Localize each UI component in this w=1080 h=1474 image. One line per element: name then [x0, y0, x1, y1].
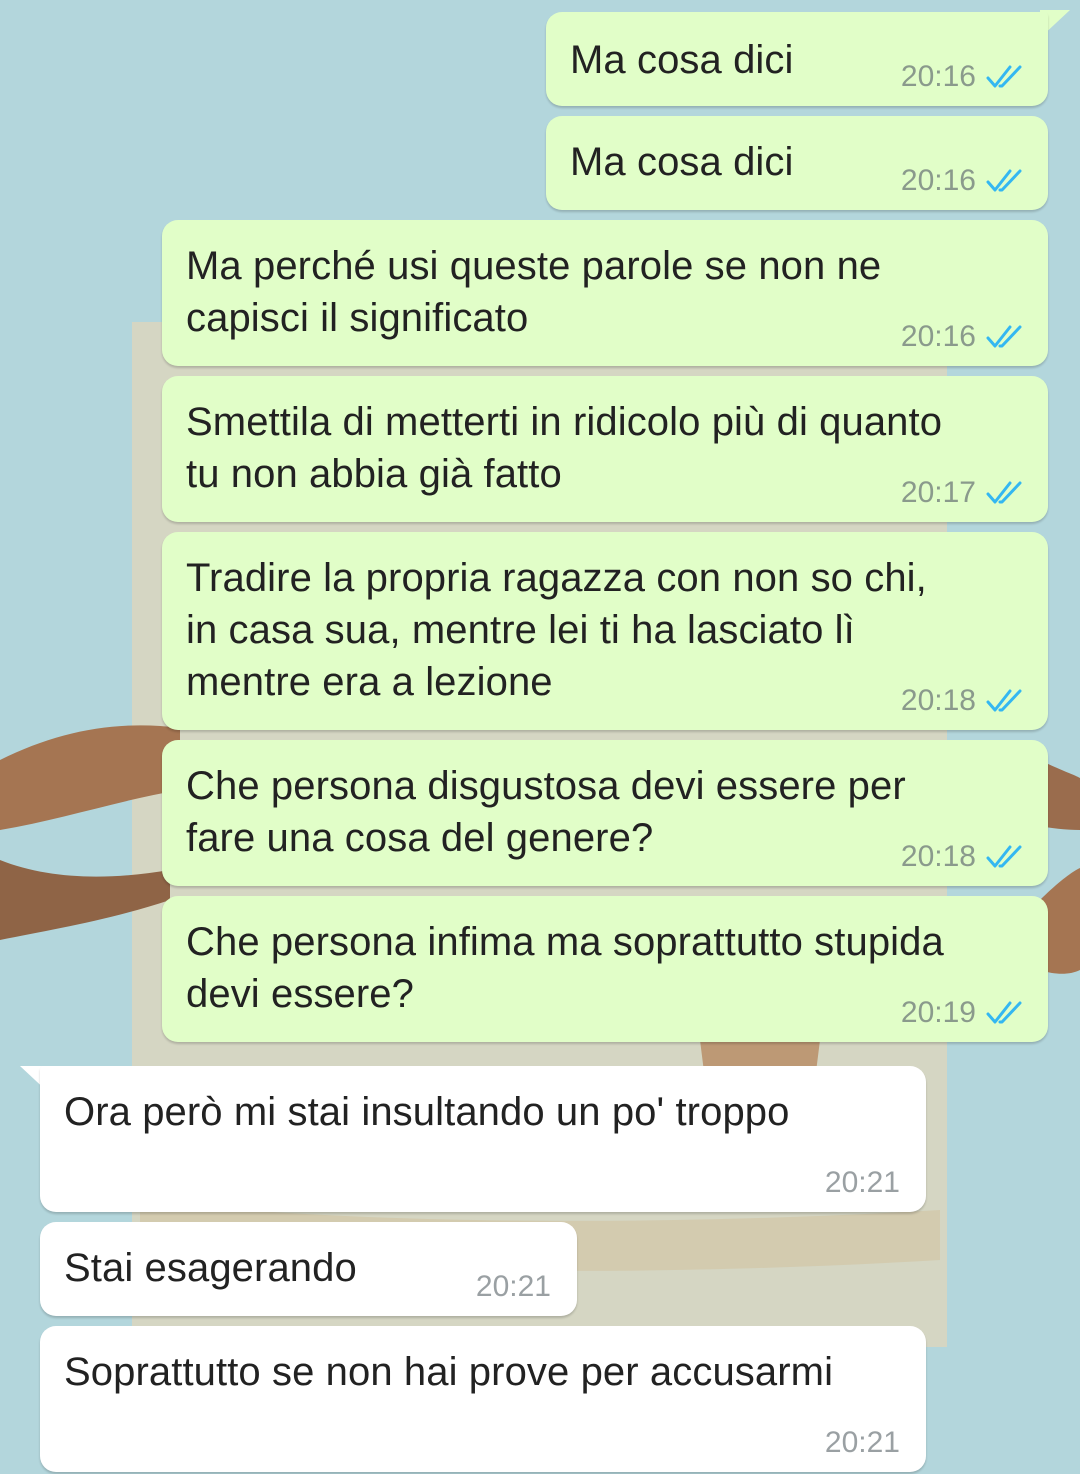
message-bubble-incoming[interactable]: Stai esagerando 20:21 [40, 1222, 577, 1316]
message-bubble-outgoing[interactable]: Ma cosa dici 20:16 [546, 12, 1048, 106]
message-bubble-outgoing[interactable]: Che persona disgustosa devi essere per f… [162, 740, 1048, 886]
double-check-icon [986, 480, 1026, 506]
message-meta: 20:19 [901, 996, 1026, 1030]
message-time: 20:18 [900, 684, 976, 717]
message-bubble-incoming[interactable]: Soprattutto se non hai prove per accusar… [40, 1326, 926, 1472]
message-text: Stai esagerando [64, 1246, 357, 1290]
message-bubble-outgoing[interactable]: Ma cosa dici 20:16 [546, 116, 1048, 210]
double-check-icon [986, 168, 1026, 194]
message-text: Ma cosa dici [570, 38, 794, 82]
message-meta: 20:18 [901, 840, 1026, 874]
message-time: 20:18 [900, 840, 976, 873]
message-bubble-incoming[interactable]: Ora però mi stai insultando un po' tropp… [40, 1066, 926, 1212]
message-text: Tradire la propria ragazza con non so ch… [186, 556, 927, 704]
message-meta: 20:18 [901, 684, 1026, 718]
message-meta: 20:16 [901, 164, 1026, 198]
message-time: 20:21 [475, 1270, 551, 1303]
message-meta: 20:21 [476, 1270, 551, 1304]
double-check-icon [986, 1000, 1026, 1026]
message-bubble-outgoing[interactable]: Che persona infima ma soprattutto stupid… [162, 896, 1048, 1042]
message-bubble-outgoing[interactable]: Tradire la propria ragazza con non so ch… [162, 532, 1048, 730]
message-text: Che persona disgustosa devi essere per f… [186, 764, 906, 860]
message-time: 20:16 [900, 60, 976, 93]
message-meta: 20:21 [825, 1426, 900, 1460]
message-time: 20:21 [824, 1166, 900, 1199]
message-time: 20:19 [900, 996, 976, 1029]
message-text: Ma perché usi queste parole se non ne ca… [186, 244, 882, 340]
message-text: Ma cosa dici [570, 140, 794, 184]
message-meta: 20:16 [901, 60, 1026, 94]
message-time: 20:16 [900, 164, 976, 197]
message-time: 20:21 [824, 1426, 900, 1459]
message-text: Ora però mi stai insultando un po' tropp… [64, 1090, 790, 1134]
message-meta: 20:17 [901, 476, 1026, 510]
double-check-icon [986, 844, 1026, 870]
double-check-icon [986, 324, 1026, 350]
message-time: 20:17 [900, 476, 976, 509]
message-bubble-outgoing[interactable]: Smettila di metterti in ridicolo più di … [162, 376, 1048, 522]
message-time: 20:16 [900, 320, 976, 353]
message-bubble-outgoing[interactable]: Ma perché usi queste parole se non ne ca… [162, 220, 1048, 366]
message-text: Che persona infima ma soprattutto stupid… [186, 920, 944, 1016]
double-check-icon [986, 64, 1026, 90]
message-text: Soprattutto se non hai prove per accusar… [64, 1350, 834, 1394]
message-text: Smettila di metterti in ridicolo più di … [186, 400, 943, 496]
double-check-icon [986, 688, 1026, 714]
message-meta: 20:21 [825, 1166, 900, 1200]
message-meta: 20:16 [901, 320, 1026, 354]
